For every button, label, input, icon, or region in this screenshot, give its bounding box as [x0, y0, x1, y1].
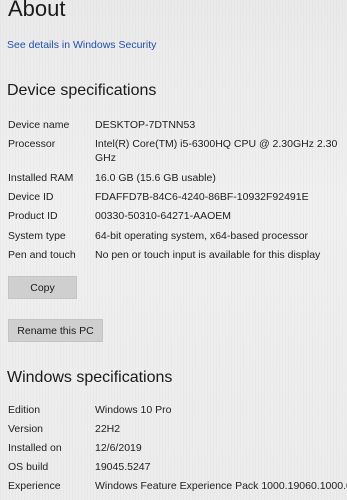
spec-label: Device name [8, 119, 70, 131]
spec-value: 19045.5247 [95, 461, 151, 473]
spec-value: Windows 10 Pro [95, 404, 172, 416]
spec-label: System type [8, 230, 66, 242]
rename-pc-button[interactable]: Rename this PC [8, 319, 103, 342]
spec-label: Pen and touch [8, 249, 76, 261]
spec-value: FDAFFD7B-84C6-4240-86BF-10932F92491E [95, 191, 309, 203]
device-specifications-heading: Device specifications [7, 82, 157, 99]
spec-value: 00330-50310-64271-AAOEM [95, 210, 232, 222]
spec-label: Processor [8, 138, 56, 150]
spec-value: 16.0 GB (15.6 GB usable) [95, 172, 216, 184]
spec-value: Intel(R) Core(TM) i5-6300HQ CPU @ 2.30GH… [95, 138, 338, 164]
windows-security-link[interactable]: See details in Windows Security [7, 39, 156, 51]
spec-label: Experience [8, 480, 61, 492]
spec-value: Windows Feature Experience Pack 1000.190… [95, 480, 347, 492]
spec-value: 64-bit operating system, x64-based proce… [95, 230, 309, 242]
spec-label: Device ID [8, 191, 54, 203]
windows-specifications-heading: Windows specifications [7, 369, 173, 386]
spec-label: Edition [8, 404, 41, 416]
copy-button[interactable]: Copy [8, 276, 77, 299]
spec-label: Installed on [8, 442, 62, 454]
about-page: About See details in Windows Security De… [0, 0, 347, 500]
spec-label: Installed RAM [8, 172, 74, 184]
spec-value: 12/6/2019 [95, 442, 142, 454]
spec-value: No pen or touch input is available for t… [95, 249, 321, 261]
spec-value: DESKTOP-7DTNN53 [95, 119, 196, 131]
page-title: About [8, 0, 66, 21]
spec-label: Version [8, 423, 44, 435]
spec-label: OS build [8, 461, 49, 473]
spec-value: 22H2 [95, 423, 121, 435]
spec-label: Product ID [8, 210, 58, 222]
